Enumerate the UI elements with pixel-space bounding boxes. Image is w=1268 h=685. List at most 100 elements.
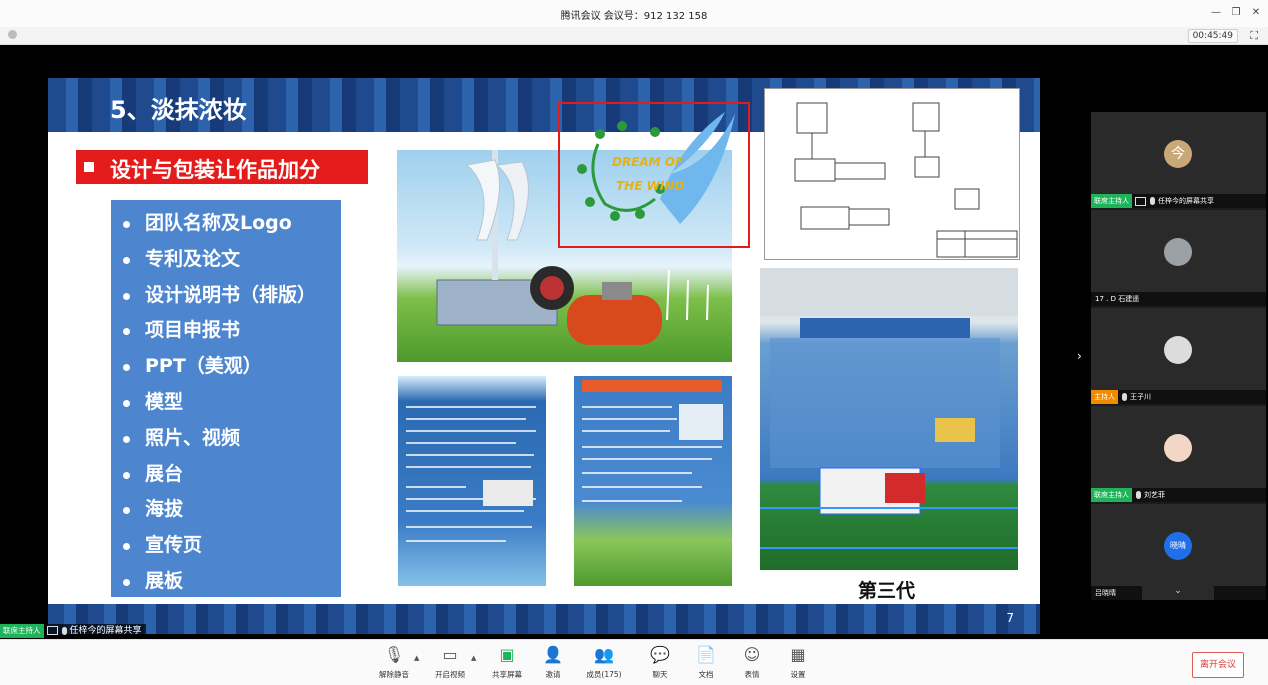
list-item: 展板 [111,564,341,600]
button-label: 共享屏幕 [492,670,522,679]
presenter-bar: 联席主持人 任梓今的屏幕共享 [0,624,146,638]
members-button[interactable]: 👥 成员(175) [580,645,628,680]
item-list: 团队名称及Logo 专利及论文 设计说明书（排版） 项目申报书 PPT（美观） 模型 照片、… [111,200,341,600]
item-list-panel: 团队名称及Logo 专利及论文 设计说明书（排版） 项目申报书 PPT（美观） 模型 照片、… [111,200,341,597]
slide-title: 5、淡抹浓妆 [110,96,247,124]
section-banner: 设计与包装让作品加分 [76,150,368,184]
meeting-toolbar: 🎙 解除静音 ▲ ▭ 开启视频 ▲ ▣ 共享屏幕 👤 邀请 👥 成员(175) 💬 聊天 📄… [0,639,1268,685]
list-item: 项目申报书 [111,313,341,349]
settings-button[interactable]: ▦ 设置 [774,645,822,680]
button-label: 解除静音 [379,670,409,679]
shield-icon[interactable] [8,30,17,39]
title-bar: 腾讯会议 会议号：912 132 158 — ❐ ✕ [0,0,1268,28]
avatar [1164,434,1192,462]
participant-name: 王子川 [1130,393,1151,401]
presentation-slide: 5、淡抹浓妆 设计与包装让作品加分 团队名称及Logo 专利及论文 设计说明书（排版… [48,78,1040,634]
role-badge: 主持人 [1091,390,1118,404]
poster-image-1 [398,376,546,586]
slide-footer: 7 [48,604,1040,634]
leave-meeting-button[interactable]: 离开会议 [1192,652,1244,678]
button-label: 文档 [698,670,714,679]
window-title: 腾讯会议 会议号：912 132 158 [560,11,708,22]
meeting-timer: 00:45:49 [1187,29,1238,43]
reactions-button[interactable]: ☺ 表情 [728,645,776,680]
documents-button[interactable]: 📄 文档 [682,645,730,680]
camera-off-icon: ▭ [442,645,458,664]
participant-tile[interactable]: 联席主持人 刘艺菲 [1091,406,1266,502]
chat-button[interactable]: 💬 聊天 [636,645,684,680]
page-number: 7 [1006,611,1014,625]
minimize-icon[interactable]: — [1208,5,1224,21]
list-item: 团队名称及Logo [111,206,341,242]
avatar [1164,336,1192,364]
poster-image-2 [574,376,732,586]
participant-tile[interactable]: 17 . D 石建遥 [1091,210,1268,306]
chat-icon: 💬 [650,645,670,664]
list-item: 海拔 [111,492,341,528]
booth-illustration [760,268,1018,549]
mic-muted-icon: 🎙 [383,645,405,664]
role-badge: 联席主持人 [0,624,44,638]
list-item: 展台 [111,457,341,493]
section-banner-text: 设计与包装让作品加分 [110,158,320,182]
unmute-button[interactable]: 🎙 解除静音 [370,645,418,680]
logo-text-line1: DREAM OF [612,155,684,169]
start-video-button[interactable]: ▭ 开启视频 [426,645,474,680]
list-item: 专利及论文 [111,242,341,278]
poster-photo [679,404,723,440]
list-item: 设计说明书（排版） [111,278,341,314]
mic-icon [1150,197,1155,205]
presenter-name: 任梓今的屏幕共享 [69,626,142,636]
button-label: 开启视频 [435,670,465,679]
logo-text-line2: THE WIND [616,179,684,193]
restore-icon[interactable]: ❐ [1228,5,1244,21]
participant-label: 主持人 王子川 [1091,390,1266,404]
photo-caption: 第三代 [858,580,916,602]
participant-name: 17 . D 石建遥 [1095,295,1140,303]
close-icon[interactable]: ✕ [1248,5,1264,21]
role-badge: 联席主持人 [1091,488,1132,502]
poster-title-bar [582,380,722,392]
technical-drawing-image [764,88,1020,260]
share-screen-icon [46,626,58,635]
emoji-icon: ☺ [743,645,761,664]
button-label: 聊天 [652,670,668,679]
button-label: 成员(175) [586,670,622,679]
collapse-panel-icon[interactable]: › [1077,349,1082,363]
share-screen-icon: ▣ [499,645,515,664]
chevron-up-icon[interactable]: ▲ [471,654,476,662]
button-label: 设置 [790,670,806,679]
list-item: PPT（美观） [111,349,341,385]
list-item: 模型 [111,385,341,421]
team-logo: DREAM OF THE WIND [577,112,735,224]
list-item: 照片、视频 [111,421,341,457]
participant-label: 17 . D 石建遥 [1091,292,1268,306]
expand-list-chevron-icon[interactable]: ⌄ [1142,582,1214,600]
members-icon: 👥 [594,645,614,664]
participant-panel: 今 联席主持人 任梓今的屏幕共享 17 . D 石建遥 主持人 王子川 联席主持人刘… [1091,112,1268,600]
participant-label: 联席主持人 刘艺菲 [1091,488,1266,502]
share-screen-button[interactable]: ▣ 共享屏幕 [483,645,531,680]
document-icon: 📄 [696,645,716,664]
mic-icon [61,626,67,635]
meeting-info-bar: 00:45:49 ⛶ [0,27,1268,45]
invite-icon: 👤 [543,645,563,664]
chevron-up-icon[interactable]: ▲ [414,654,419,662]
button-label: 邀请 [545,670,561,679]
participant-tile[interactable]: 主持人 王子川 [1091,308,1266,404]
participant-tile[interactable]: 今 联席主持人 任梓今的屏幕共享 [1091,112,1266,208]
participant-name: 任梓今的屏幕共享 [1158,197,1214,205]
role-badge: 联席主持人 [1091,194,1132,208]
avatar: 今 [1164,140,1192,168]
invite-button[interactable]: 👤 邀请 [529,645,577,680]
share-screen-icon [1135,196,1146,206]
exhibit-booth-photo [760,268,1018,570]
fullscreen-icon[interactable]: ⛶ [1250,29,1258,43]
bullet-square-icon [84,162,94,172]
participant-label: 联席主持人 任梓今的屏幕共享 [1091,194,1266,208]
participant-name: 吕晓晴 [1095,589,1116,597]
participant-name: 刘艺菲 [1144,491,1165,499]
avatar [1164,238,1192,266]
list-item: 宣传页 [111,528,341,564]
engineering-drawing [794,102,1018,258]
